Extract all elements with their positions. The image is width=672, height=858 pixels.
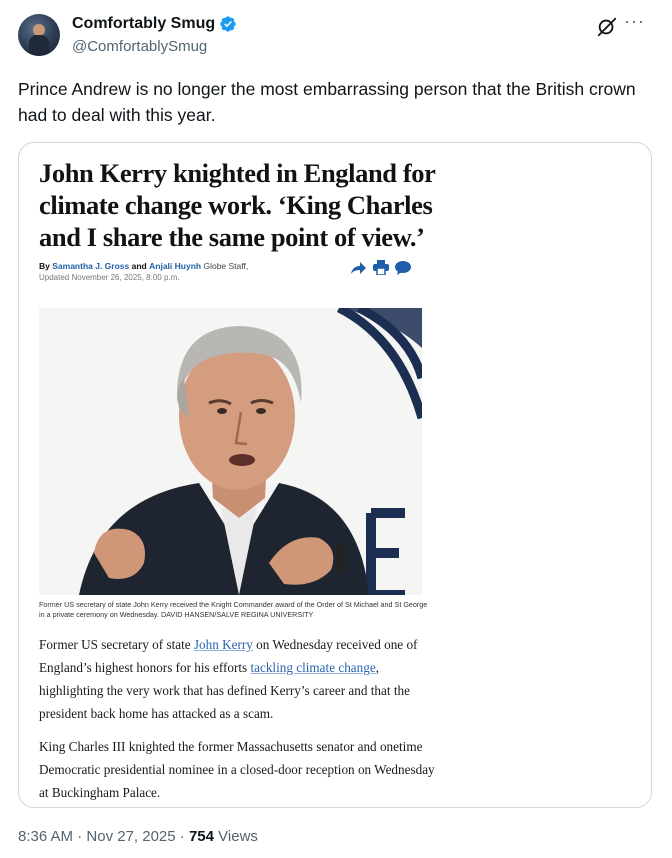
meta-separator: · <box>73 828 87 845</box>
avatar[interactable] <box>18 14 60 56</box>
avatar-figure-body <box>29 35 49 56</box>
link-john-kerry: John Kerry <box>193 637 253 652</box>
article-headline: John Kerry knighted in England for clima… <box>39 158 436 252</box>
tweet-media-image[interactable]: John Kerry knighted in England for clima… <box>18 142 652 808</box>
author-handle[interactable]: @ComfortablySmug <box>72 38 207 55</box>
tweet-meta: 8:36 AM · Nov 27, 2025 · 754 Views <box>18 828 258 845</box>
views-label: Views <box>214 828 258 845</box>
byline-author-2: Anjali Huynh <box>149 261 202 271</box>
more-options-icon[interactable]: ··· <box>624 12 646 32</box>
views-count: 754 <box>188 828 214 845</box>
byline-and: and <box>131 261 147 271</box>
meta-separator: · <box>175 828 189 845</box>
share-icon <box>351 261 366 274</box>
article-share-icons <box>349 260 411 275</box>
verified-badge-icon <box>220 16 236 32</box>
byline-suffix: Globe Staff, <box>203 261 249 271</box>
grok-icon[interactable] <box>596 16 618 38</box>
article-photo-illustration <box>39 308 422 595</box>
para1-text-1: Former US secretary of state <box>39 637 194 652</box>
link-tackling-climate-change: tackling climate change <box>250 660 376 675</box>
tweet-text: Prince Andrew is no longer the most emba… <box>18 79 636 125</box>
byline-author-1: Samantha J. Gross <box>52 261 130 271</box>
article-photo <box>39 308 422 595</box>
article-paragraph-2: King Charles III knighted the former Mas… <box>39 739 435 800</box>
photo-caption: Former US secretary of state John Kerry … <box>39 600 428 619</box>
author-name-row[interactable]: Comfortably Smug <box>72 15 237 33</box>
author-display-name[interactable]: Comfortably Smug <box>72 15 215 33</box>
article-byline: By Samantha J. Gross and Anjali Huynh Gl… <box>39 261 248 271</box>
article-paragraph-1: Former US secretary of state John Kerry … <box>39 633 439 725</box>
print-icon <box>373 260 389 275</box>
article-updated-timestamp: Updated November 26, 2025, 8:00 p.m. <box>39 273 180 282</box>
byline-prefix: By <box>39 261 50 271</box>
tweet-date[interactable]: Nov 27, 2025 <box>86 828 175 845</box>
tweet-time[interactable]: 8:36 AM <box>18 828 73 845</box>
comment-icon <box>395 260 411 275</box>
